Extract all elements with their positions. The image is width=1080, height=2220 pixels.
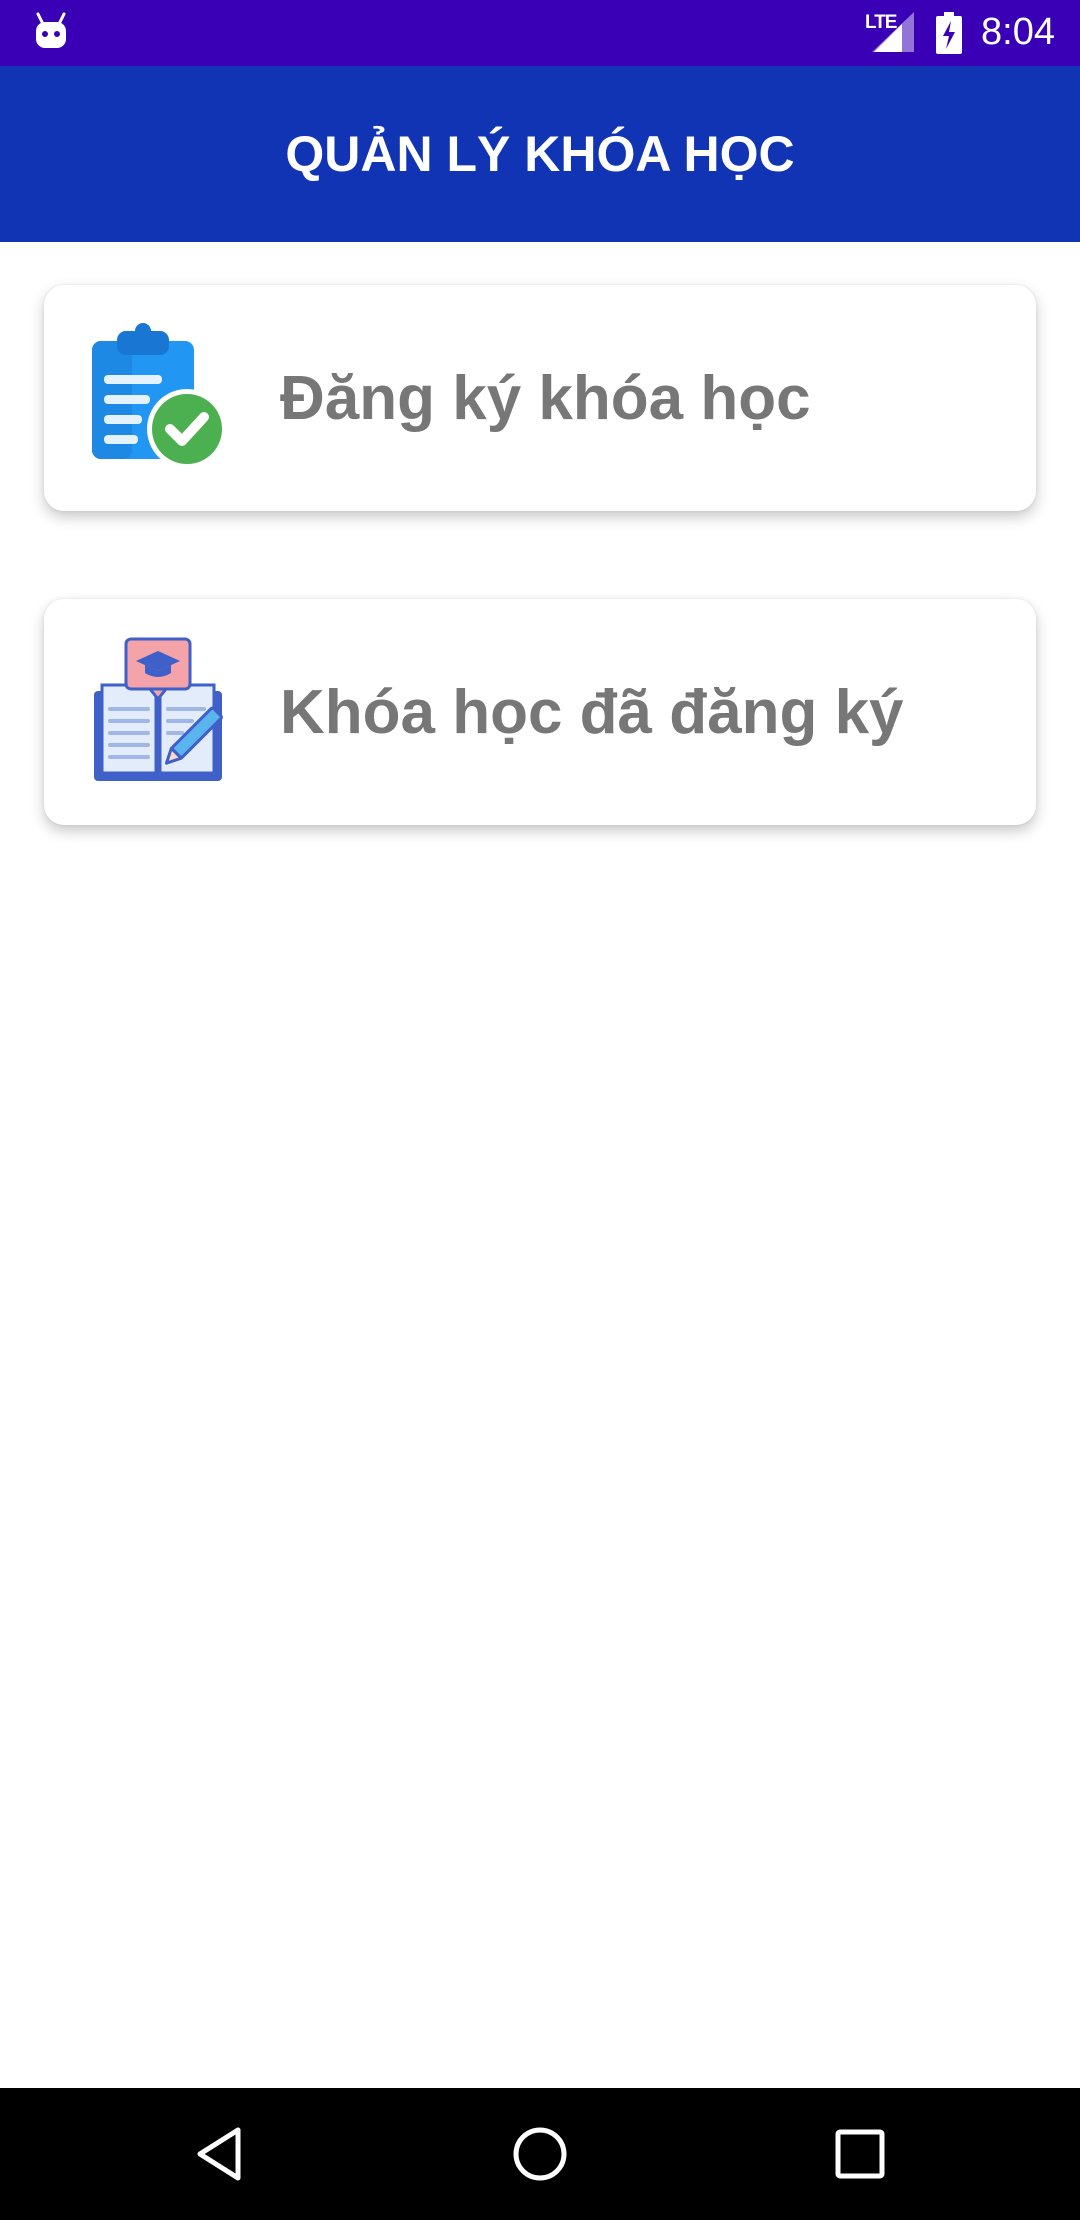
register-course-button[interactable]: Đăng ký khóa học: [44, 285, 1036, 511]
page-title: QUẢN LÝ KHÓA HỌC: [285, 126, 795, 182]
open-book-graduation-icon: [94, 637, 223, 781]
app-bar: QUẢN LÝ KHÓA HỌC: [0, 66, 1080, 242]
registered-courses-label: Khóa học đã đăng ký: [280, 677, 904, 747]
android-icon: [36, 12, 66, 48]
register-course-label: Đăng ký khóa học: [280, 363, 811, 433]
status-time: 8:04: [981, 11, 1055, 53]
registered-courses-button[interactable]: Khóa học đã đăng ký: [44, 599, 1036, 825]
back-icon[interactable]: [190, 2124, 250, 2184]
status-bar: LTE 8:04: [0, 0, 1080, 66]
signal-icon: [872, 12, 914, 52]
home-icon[interactable]: [510, 2124, 570, 2184]
system-nav-bar: [0, 2088, 1080, 2220]
battery-charging-icon: [936, 12, 962, 54]
clipboard-check-icon: [92, 323, 227, 469]
recents-icon[interactable]: [830, 2124, 890, 2184]
